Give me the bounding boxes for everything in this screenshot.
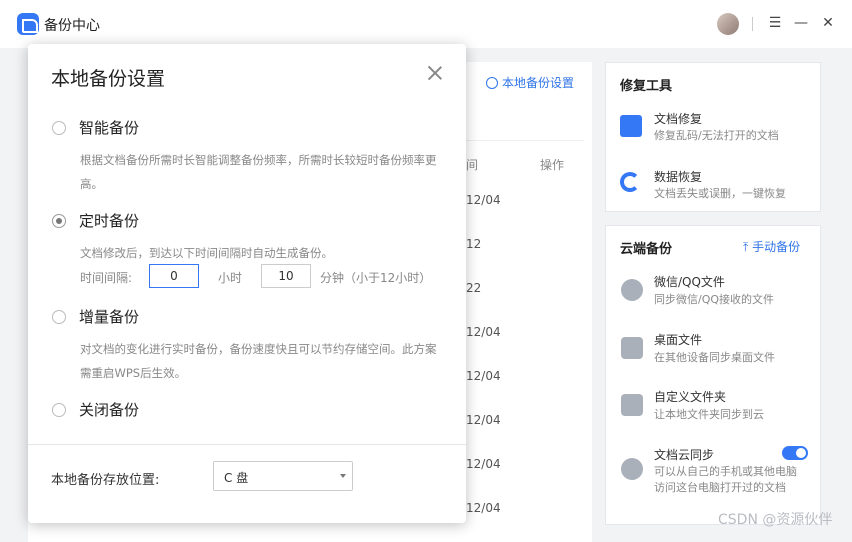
app-title: 备份中心 — [44, 18, 100, 34]
hours-unit: 小时 — [218, 271, 243, 285]
scheduled-backup-radio[interactable] — [52, 214, 66, 228]
cloud-sync-icon[interactable] — [621, 458, 643, 480]
backup-location-value: C 盘 — [224, 471, 249, 485]
cloud-backup-title: 云端备份 — [620, 242, 673, 257]
minutes-input[interactable] — [261, 264, 311, 288]
local-backup-settings-dialog: 本地备份设置 智能备份 根据文档备份所需时长智能调整备份频率，所需时长较短时备份… — [28, 44, 466, 523]
incremental-backup-radio[interactable] — [52, 310, 66, 324]
row-time: 12/04 — [466, 193, 501, 207]
repair-tools-card: 修复工具 文档修复 修复乱码/无法打开的文档 数据恢复 文档丢失或误删，一键恢复 — [605, 62, 821, 212]
wechat-qq-files-name[interactable]: 微信/QQ文件 — [654, 273, 725, 290]
cloud-sync-name[interactable]: 文档云同步 — [654, 446, 714, 463]
chat-icon[interactable] — [621, 279, 643, 301]
cloud-sync-desc: 可以从自己的手机或其他电脑 — [654, 465, 797, 478]
gear-icon — [486, 76, 498, 89]
backup-settings-link[interactable]: 本地备份设置 — [486, 74, 574, 91]
close-window-icon[interactable]: ✕ — [819, 14, 837, 32]
minimize-icon[interactable]: — — [792, 14, 810, 32]
disable-backup-label[interactable]: 关闭备份 — [79, 399, 139, 420]
close-icon[interactable] — [426, 64, 444, 82]
column-header-actions: 操作 — [540, 158, 565, 172]
incremental-backup-desc: 对文档的变化进行实时备份，备份速度快且可以节约存储空间。此方案需重启WPS后生效… — [80, 342, 437, 380]
document-repair-desc: 修复乱码/无法打开的文档 — [654, 129, 779, 142]
row-time: 12/04 — [466, 457, 501, 471]
custom-folder-desc: 让本地文件夹同步到云 — [654, 408, 764, 421]
smart-backup-radio[interactable] — [52, 121, 66, 135]
folder-icon[interactable] — [621, 394, 643, 416]
minutes-unit: 分钟（小于12小时） — [320, 271, 432, 285]
data-recovery-name[interactable]: 数据恢复 — [654, 168, 702, 185]
document-repair-name[interactable]: 文档修复 — [654, 110, 702, 127]
desktop-files-desc: 在其他设备同步桌面文件 — [654, 351, 775, 364]
watermark: CSDN @资源伙伴 — [718, 512, 833, 528]
row-time: 22 — [466, 281, 482, 295]
desktop-icon[interactable] — [621, 337, 643, 359]
dialog-title: 本地备份设置 — [51, 68, 166, 90]
backup-location-select[interactable]: C 盘 — [213, 461, 353, 491]
divider — [752, 17, 753, 31]
avatar[interactable] — [717, 13, 739, 35]
row-time: 12 — [466, 237, 482, 251]
disable-backup-radio[interactable] — [52, 403, 66, 417]
table-divider — [466, 140, 584, 141]
document-repair-icon[interactable] — [620, 115, 642, 137]
manual-backup-button[interactable]: ⤒ 手动备份 — [743, 238, 800, 255]
menu-icon[interactable]: ☰ — [766, 14, 784, 32]
cloud-sync-toggle[interactable] — [782, 446, 808, 460]
desktop-files-name[interactable]: 桌面文件 — [654, 331, 702, 348]
scheduled-backup-desc: 文档修改后，到达以下时间间隔时自动生成备份。 — [80, 246, 333, 260]
incremental-backup-label[interactable]: 增量备份 — [79, 306, 139, 327]
upload-icon: ⤒ — [743, 240, 749, 254]
row-time: 12/04 — [466, 369, 501, 383]
custom-folder-name[interactable]: 自定义文件夹 — [654, 388, 726, 405]
row-time: 12/04 — [466, 413, 501, 427]
backup-settings-label: 本地备份设置 — [502, 76, 575, 90]
column-header-time: 间 — [466, 158, 479, 172]
repair-tools-title: 修复工具 — [620, 79, 673, 94]
data-recovery-icon[interactable] — [620, 172, 640, 192]
backup-location-label: 本地备份存放位置: — [51, 473, 160, 488]
chevron-down-icon — [340, 474, 346, 478]
smart-backup-label[interactable]: 智能备份 — [79, 117, 139, 138]
row-time: 12/04 — [466, 325, 501, 339]
cloud-sync-desc-2: 访问这台电脑打开过的文档 — [654, 481, 786, 494]
interval-label: 时间间隔: — [80, 271, 133, 285]
scheduled-backup-label[interactable]: 定时备份 — [79, 210, 139, 231]
smart-backup-desc: 根据文档备份所需时长智能调整备份频率，所需时长较短时备份频率更高。 — [80, 153, 437, 191]
row-time: 12/04 — [466, 501, 501, 515]
app-logo-icon — [17, 13, 39, 35]
title-bar: 备份中心 ☰ — ✕ — [0, 0, 852, 48]
data-recovery-desc: 文档丢失或误删，一键恢复 — [654, 187, 786, 200]
manual-backup-label: 手动备份 — [752, 240, 801, 254]
hours-input[interactable] — [149, 264, 199, 288]
wechat-qq-files-desc: 同步微信/QQ接收的文件 — [654, 293, 775, 306]
dialog-divider — [28, 444, 466, 445]
